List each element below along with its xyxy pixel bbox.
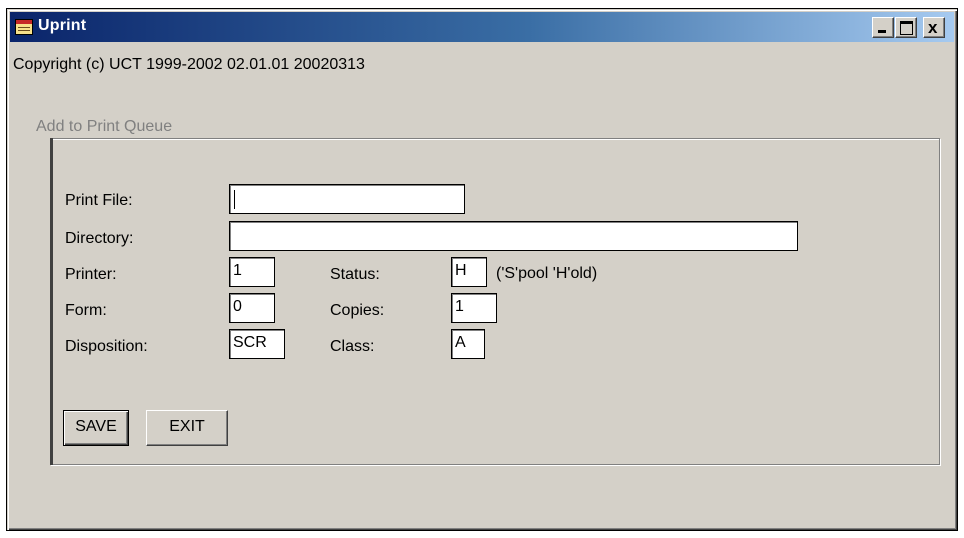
minimize-button[interactable] bbox=[872, 17, 894, 38]
status-input[interactable]: H bbox=[451, 257, 487, 287]
title-bar[interactable]: Uprint x bbox=[10, 12, 954, 42]
printer-label: Printer: bbox=[65, 266, 117, 283]
form-label: Form: bbox=[65, 302, 107, 319]
disposition-input[interactable]: SCR bbox=[229, 329, 285, 359]
close-button[interactable]: x bbox=[923, 17, 945, 38]
form-input[interactable]: 0 bbox=[229, 293, 275, 323]
group-label: Add to Print Queue bbox=[34, 118, 175, 136]
directory-input[interactable] bbox=[229, 221, 798, 251]
class-input[interactable]: A bbox=[451, 329, 485, 359]
close-icon: x bbox=[928, 18, 938, 37]
window-title: Uprint bbox=[38, 17, 87, 34]
save-button[interactable]: SAVE bbox=[63, 410, 129, 446]
copies-input[interactable]: 1 bbox=[451, 293, 497, 323]
disposition-label: Disposition: bbox=[65, 338, 148, 355]
group-border-left bbox=[50, 138, 53, 465]
printer-input[interactable]: 1 bbox=[229, 257, 275, 287]
status-hint: ('S'pool 'H'old) bbox=[496, 265, 598, 282]
directory-label: Directory: bbox=[65, 230, 134, 247]
copies-label: Copies: bbox=[330, 302, 385, 319]
status-label: Status: bbox=[330, 266, 380, 283]
exit-button[interactable]: EXIT bbox=[146, 410, 228, 446]
print-file-label: Print File: bbox=[65, 192, 133, 209]
class-label: Class: bbox=[330, 338, 375, 355]
app-icon[interactable] bbox=[15, 19, 33, 35]
copyright-text: Copyright (c) UCT 1999-2002 02.01.01 200… bbox=[13, 56, 365, 73]
maximize-button[interactable] bbox=[895, 17, 917, 38]
print-file-input[interactable] bbox=[229, 184, 465, 214]
